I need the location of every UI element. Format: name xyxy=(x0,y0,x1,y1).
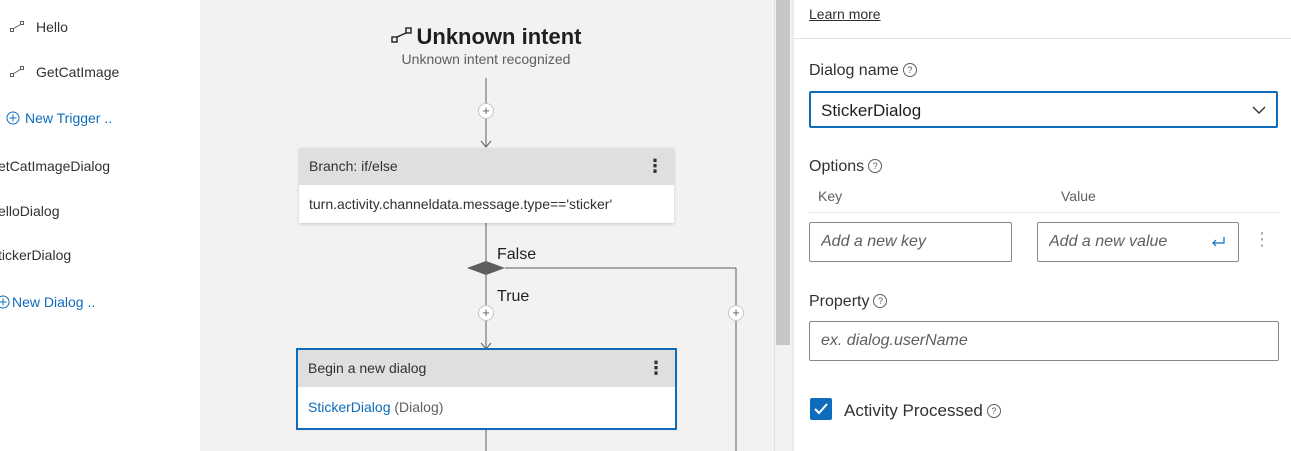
begin-dialog-card-header: Begin a new dialog ⋮ xyxy=(298,350,675,387)
chevron-down-icon xyxy=(1252,106,1266,114)
sidebar-dialog-label: elloDialog xyxy=(0,203,60,219)
options-key-header: Key xyxy=(818,188,843,204)
property-input-field[interactable] xyxy=(810,322,1278,360)
new-dialog-button[interactable]: New Dialog .. xyxy=(0,294,95,310)
canvas-scrollbar-thumb[interactable] xyxy=(776,0,790,345)
new-trigger-button[interactable]: New Trigger .. xyxy=(6,110,112,126)
trigger-icon xyxy=(10,66,24,77)
sidebar-trigger-hello[interactable]: Hello xyxy=(10,19,68,35)
dialog-name-label: Dialog name? xyxy=(809,62,917,80)
dialog-name-dropdown[interactable]: StickerDialog xyxy=(809,91,1278,128)
dialog-name-label-text: Dialog name xyxy=(809,62,899,79)
flow-canvas[interactable]: Unknown intent Unknown intent recognized… xyxy=(200,0,774,451)
begin-dialog-title: Begin a new dialog xyxy=(308,360,427,376)
help-icon[interactable]: ? xyxy=(986,404,1001,418)
add-circle-icon xyxy=(0,295,10,309)
add-circle-icon xyxy=(6,111,20,125)
sidebar-dialog-label: etCatImageDialog xyxy=(0,158,111,174)
add-action-false-button[interactable]: + xyxy=(728,305,744,321)
trigger-icon xyxy=(10,21,24,32)
more-options-icon[interactable]: ⋮ xyxy=(647,350,665,387)
panel-separator xyxy=(794,38,1291,39)
options-label-text: Options xyxy=(809,158,865,175)
sidebar: Hello GetCatImage New Trigger .. etCatIm… xyxy=(0,0,201,451)
help-icon[interactable]: ? xyxy=(902,63,917,77)
dialog-name-selected: StickerDialog xyxy=(821,101,922,120)
trigger-title-row: Unknown intent xyxy=(200,24,772,50)
more-options-icon[interactable]: ⋮ xyxy=(646,148,664,185)
begin-dialog-card[interactable]: Begin a new dialog ⋮ StickerDialog (Dial… xyxy=(296,348,677,430)
trigger-icon xyxy=(390,27,412,43)
help-icon[interactable]: ? xyxy=(873,294,888,308)
property-label-text: Property xyxy=(809,293,870,310)
new-trigger-label: New Trigger .. xyxy=(25,110,113,126)
options-header-separator xyxy=(809,212,1279,213)
sidebar-trigger-label: GetCatImage xyxy=(36,64,120,80)
begin-dialog-body: StickerDialog (Dialog) xyxy=(298,387,675,427)
options-label: Options? xyxy=(809,158,883,176)
dialog-type: (Dialog) xyxy=(394,399,444,415)
property-input[interactable] xyxy=(809,321,1279,361)
options-value-header: Value xyxy=(1061,188,1096,204)
activity-processed-checkbox[interactable] xyxy=(810,398,832,420)
branch-condition: turn.activity.channeldata.message.type==… xyxy=(309,196,613,212)
add-action-button[interactable]: + xyxy=(478,103,494,119)
trigger-header: Unknown intent Unknown intent recognized xyxy=(200,24,772,67)
properties-panel: Learn more Dialog name? StickerDialog Op… xyxy=(794,0,1291,451)
sidebar-trigger-getcatimage[interactable]: GetCatImage xyxy=(10,64,119,80)
branch-title: Branch: if/else xyxy=(309,158,398,174)
sidebar-dialog-hello[interactable]: elloDialog xyxy=(0,203,59,219)
new-dialog-label: New Dialog .. xyxy=(12,294,96,310)
more-options-icon[interactable]: ⋮ xyxy=(1253,229,1271,249)
sidebar-dialog-sticker[interactable]: tickerDialog xyxy=(0,247,71,263)
property-label: Property? xyxy=(809,293,888,311)
add-action-true-button[interactable]: + xyxy=(478,305,494,321)
branch-card[interactable]: Branch: if/else ⋮ turn.activity.channeld… xyxy=(299,148,674,223)
sidebar-dialog-getcatimage[interactable]: etCatImageDialog xyxy=(0,158,110,174)
enter-icon[interactable] xyxy=(1210,236,1226,248)
activity-processed-label: Activity Processed? xyxy=(844,401,1001,421)
activity-processed-label-text: Activity Processed xyxy=(844,401,983,420)
option-key-input[interactable] xyxy=(809,222,1012,262)
branch-card-header: Branch: if/else ⋮ xyxy=(299,148,674,185)
option-key-input-field[interactable] xyxy=(810,223,1011,261)
learn-more-link[interactable]: Learn more xyxy=(809,6,881,22)
sidebar-trigger-label: Hello xyxy=(36,19,68,35)
help-icon[interactable]: ? xyxy=(868,159,883,173)
trigger-subtitle: Unknown intent recognized xyxy=(401,51,571,67)
trigger-title: Unknown intent xyxy=(416,24,582,49)
false-branch-label: False xyxy=(497,246,537,263)
option-value-input-field[interactable] xyxy=(1038,223,1238,261)
dialog-link[interactable]: StickerDialog xyxy=(308,399,390,415)
option-value-input[interactable] xyxy=(1037,222,1239,262)
checkmark-icon xyxy=(814,403,828,415)
true-branch-label: True xyxy=(497,288,530,305)
sidebar-dialog-label: tickerDialog xyxy=(0,247,72,263)
